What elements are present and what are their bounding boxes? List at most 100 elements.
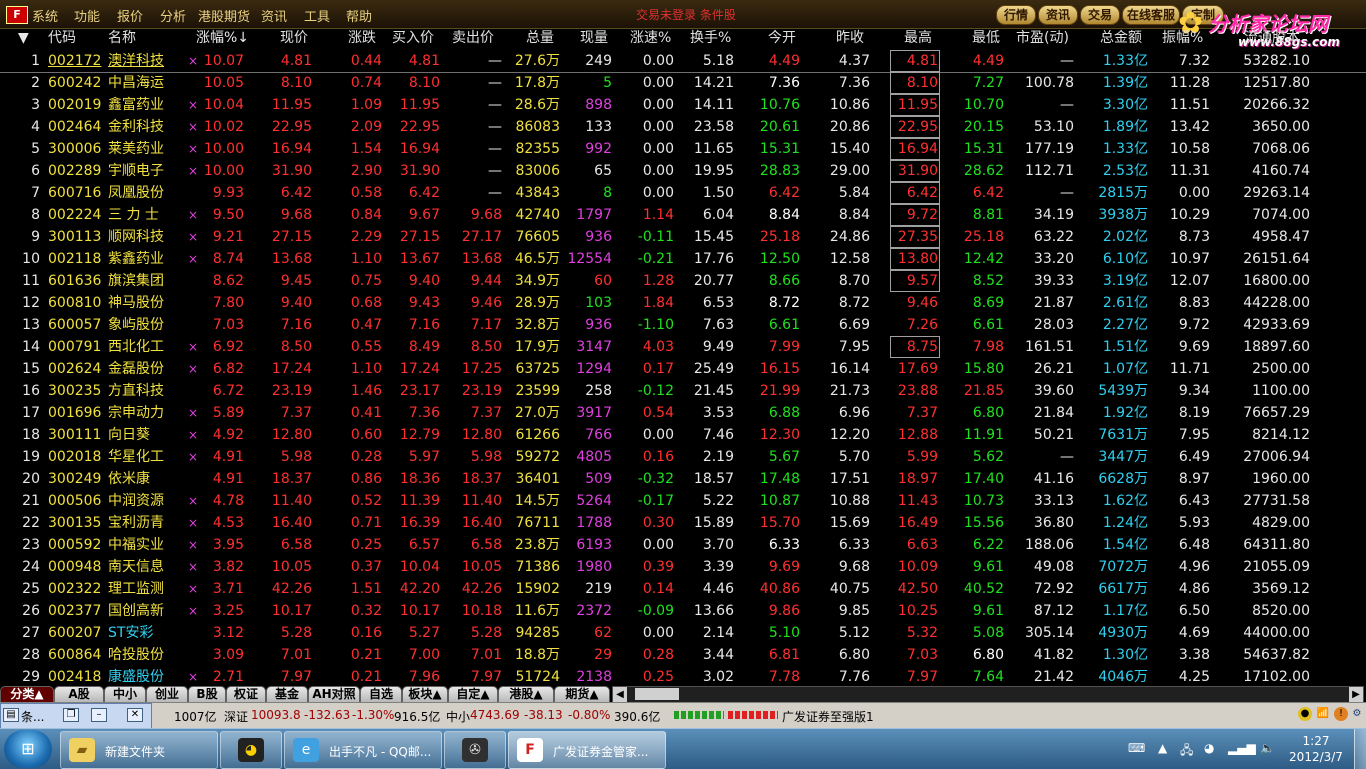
scroll-left-icon[interactable]: ◀	[613, 687, 627, 702]
tab-12[interactable]: 期货▲	[554, 686, 610, 703]
col-name-header[interactable]: 名称	[108, 28, 136, 48]
show-desktop-button[interactable]	[1354, 729, 1366, 769]
tab-7[interactable]: AH对照	[308, 686, 360, 703]
table-row[interactable]: 7 600716 凤凰股份 9.93 6.42 0.58 6.42 — 43843 8 0.00 1.…	[0, 182, 1366, 204]
table-row[interactable]: 26 002377 国创高新 3.25 10.17 0.32 10.17 10.18 11.6万…	[0, 600, 1366, 622]
table-row[interactable]: 27 600207 ST安彩 3.12 5.28 0.16 5.27 5.28 94285 62 0…	[0, 622, 1366, 644]
column-menu-icon[interactable]: ▼	[18, 28, 29, 48]
table-row[interactable]: 25 002322 理工监测 3.71 42.26 1.51 42.20 42.26 15902…	[0, 578, 1366, 600]
table-row[interactable]: 12 600810 神马股份 7.80 9.40 0.68 9.43 9.46 28.9万 103…	[0, 292, 1366, 314]
col-open-header[interactable]: 今开	[768, 28, 796, 48]
table-row[interactable]: 17 001696 宗申动力 5.89 7.37 0.41 7.36 7.37 27.0万 391…	[0, 402, 1366, 424]
quote-button[interactable]: 行情	[996, 5, 1036, 25]
col-volume-header[interactable]: 总量	[526, 28, 554, 48]
menu-hk-futures[interactable]: 港股期货	[198, 6, 250, 25]
table-row[interactable]: 10 002118 紫鑫药业 8.74 13.68 1.10 13.67 13.68 46.5万…	[0, 248, 1366, 270]
table-row[interactable]: 1 002172 澳洋科技 10.07 4.81 0.44 4.81 — 27.6万 249 0.0…	[0, 50, 1366, 73]
col-speed-header[interactable]: 涨速%	[630, 28, 671, 48]
lock-icon[interactable]: ●	[1298, 707, 1312, 721]
col-change-pct-header[interactable]: 涨幅%↓	[196, 28, 249, 48]
menu-system[interactable]: 系统	[32, 6, 58, 25]
table-row[interactable]: 21 000506 中润资源 4.78 11.40 0.52 11.39 11.40 14.5万…	[0, 490, 1366, 512]
col-high-header[interactable]: 最高	[904, 28, 932, 48]
table-row[interactable]: 19 002018 华星化工 4.91 5.98 0.28 5.97 5.98 59272 480…	[0, 446, 1366, 468]
table-row[interactable]: 16 300235 方直科技 6.72 23.19 1.46 23.17 23.19 23599…	[0, 380, 1366, 402]
info-button[interactable]: 资讯	[1038, 5, 1078, 25]
col-turnover-header[interactable]: 换手%	[690, 28, 731, 48]
table-row[interactable]: 9 300113 顺网科技 9.21 27.15 2.29 27.15 27.17 76605 9…	[0, 226, 1366, 248]
keyboard-icon[interactable]: ⌨	[1128, 741, 1145, 755]
settings-icon[interactable]: ⚙	[1350, 707, 1364, 721]
table-row[interactable]: 28 600864 哈投股份 3.09 7.01 0.21 7.00 7.01 18.8万 29 0…	[0, 644, 1366, 666]
task-ie[interactable]: e 出手不凡 - QQ邮...	[284, 731, 442, 769]
table-row[interactable]: 5 300006 莱美药业 10.00 16.94 1.54 16.94 — 82355 992 0…	[0, 138, 1366, 160]
alert-icon[interactable]: !	[1334, 707, 1348, 721]
tab-10[interactable]: 自定▲	[448, 686, 498, 703]
task-broker[interactable]: F 广发证券金管家...	[508, 731, 666, 769]
tab-1[interactable]: A股	[54, 686, 104, 703]
tray-expand-icon[interactable]: ▲	[1158, 741, 1167, 755]
task-media[interactable]: ✇	[444, 731, 506, 769]
col-low-header[interactable]: 最低	[972, 28, 1000, 48]
col-current-volume-header[interactable]: 现量	[580, 28, 608, 48]
tab-4[interactable]: B股	[188, 686, 226, 703]
menu-analysis[interactable]: 分析	[160, 6, 186, 25]
col-float-shares-header[interactable]: 流通股本	[1244, 28, 1300, 48]
qq-tray-icon[interactable]: ◕	[1204, 741, 1214, 755]
tab-3[interactable]: 创业	[146, 686, 188, 703]
table-row[interactable]: 15 002624 金磊股份 6.82 17.24 1.10 17.24 17.25 63725…	[0, 358, 1366, 380]
col-ask-header[interactable]: 卖出价	[452, 28, 494, 48]
col-code-header[interactable]: 代码	[48, 28, 76, 48]
start-button[interactable]: ⊞	[4, 730, 52, 768]
close-icon[interactable]: ✕	[127, 708, 143, 722]
col-amount-header[interactable]: 总金额	[1100, 28, 1142, 48]
signal-icon[interactable]: 📶	[1316, 707, 1330, 721]
col-amplitude-header[interactable]: 振幅%	[1162, 28, 1203, 48]
col-prev-close-header[interactable]: 昨收	[836, 28, 864, 48]
table-row[interactable]: 2 600242 中昌海运 10.05 8.10 0.74 8.10 — 17.8万 5 0.00 1…	[0, 72, 1366, 94]
table-row[interactable]: 3 002019 鑫富药业 10.04 11.95 1.09 11.95 — 28.6万 898 0…	[0, 94, 1366, 116]
scroll-thumb[interactable]	[635, 688, 679, 700]
col-bid-header[interactable]: 买入价	[392, 28, 434, 48]
wifi-icon[interactable]: ▂▄▆	[1228, 741, 1256, 755]
table-row[interactable]: 23 000592 中福实业 3.95 6.58 0.25 6.57 6.58 23.8万 619…	[0, 534, 1366, 556]
table-row[interactable]: 20 300249 依米康 4.91 18.37 0.86 18.36 18.37 36401 5…	[0, 468, 1366, 490]
table-row[interactable]: 29 002418 康盛股份 2.71 7.97 0.21 7.96 7.97 51724 213…	[0, 666, 1366, 684]
tab-5[interactable]: 权证	[226, 686, 266, 703]
minimize-icon[interactable]: –	[91, 708, 107, 722]
network-icon[interactable]: 🖧	[1180, 741, 1193, 762]
menu-tools[interactable]: 工具	[304, 6, 330, 25]
horizontal-scrollbar[interactable]: ◀ ▶	[612, 686, 1364, 703]
table-row[interactable]: 14 000791 西北化工 6.92 8.50 0.55 8.49 8.50 17.9万 314…	[0, 336, 1366, 358]
task-folder[interactable]: ▰ 新建文件夹	[60, 731, 218, 769]
table-row[interactable]: 11 601636 旗滨集团 8.62 9.45 0.75 9.40 9.44 34.9万 60 1…	[0, 270, 1366, 292]
restore-icon[interactable]: ❐	[63, 708, 79, 722]
col-price-header[interactable]: 现价	[280, 28, 308, 48]
col-pe-header[interactable]: 市盈(动)	[1016, 28, 1069, 48]
menu-quote[interactable]: 报价	[117, 6, 143, 25]
col-change-header[interactable]: 涨跌	[348, 28, 376, 48]
table-row[interactable]: 22 300135 宝利沥青 4.53 16.40 0.71 16.39 16.40 76711…	[0, 512, 1366, 534]
tab-6[interactable]: 基金	[266, 686, 308, 703]
tab-11[interactable]: 港股▲	[498, 686, 554, 703]
table-row[interactable]: 8 002224 三 力 士 9.50 9.68 0.84 9.67 9.68 42740 179…	[0, 204, 1366, 226]
tab-2[interactable]: 中小	[104, 686, 146, 703]
table-row[interactable]: 24 000948 南天信息 3.82 10.05 0.37 10.04 10.05 71386…	[0, 556, 1366, 578]
menu-help[interactable]: 帮助	[346, 6, 372, 25]
stock-code: 600207	[48, 625, 102, 641]
volume-icon[interactable]: 🔈	[1260, 741, 1275, 755]
table-row[interactable]: 18 300111 向日葵 4.92 12.80 0.60 12.79 12.80 61266 7…	[0, 424, 1366, 446]
table-row[interactable]: 4 002464 金利科技 10.02 22.95 2.09 22.95 — 86083 133 0…	[0, 116, 1366, 138]
tab-0[interactable]: 分类▲	[0, 686, 54, 703]
trade-button[interactable]: 交易	[1080, 5, 1120, 25]
scroll-right-icon[interactable]: ▶	[1349, 687, 1363, 702]
minimized-window[interactable]: ▤ 条... ❐ – ✕	[0, 703, 152, 729]
menu-function[interactable]: 功能	[74, 6, 100, 25]
menu-info[interactable]: 资讯	[261, 6, 287, 25]
tab-9[interactable]: 板块▲	[402, 686, 448, 703]
tab-8[interactable]: 自选	[360, 686, 402, 703]
task-qq[interactable]: ◕	[220, 731, 282, 769]
table-row[interactable]: 13 600057 象屿股份 7.03 7.16 0.47 7.16 7.17 32.8万 936…	[0, 314, 1366, 336]
system-clock[interactable]: 1:27 2012/3/7	[1288, 733, 1344, 765]
table-row[interactable]: 6 002289 宇顺电子 10.00 31.90 2.90 31.90 — 83006 65 0.…	[0, 160, 1366, 182]
